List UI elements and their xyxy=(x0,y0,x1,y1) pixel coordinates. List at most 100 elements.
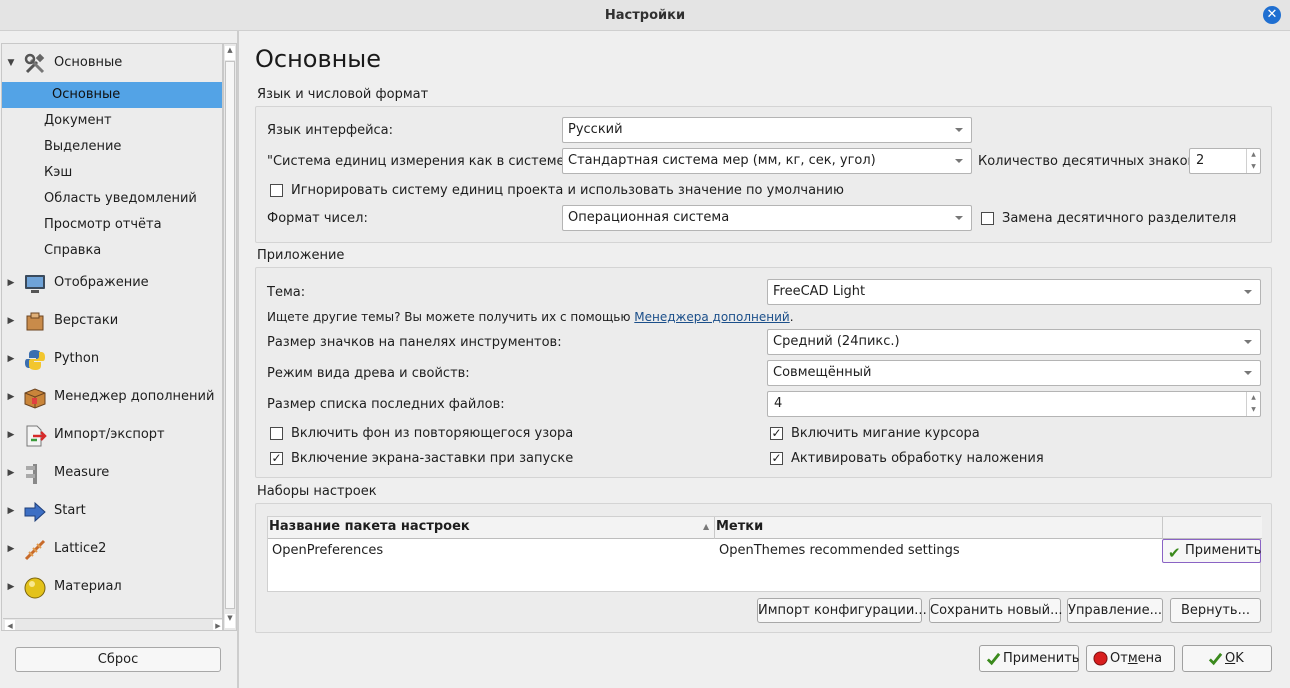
tree-mode-select[interactable]: Совмещённый xyxy=(767,360,1261,386)
window-title: Настройки xyxy=(604,8,686,23)
ignore-units-label: Игнорировать систему единиц проекта и ис… xyxy=(291,183,844,198)
splash-checkbox[interactable]: ✓ xyxy=(270,452,283,465)
themes-hint-prefix: Ищете другие темы? Вы можете получить их… xyxy=(267,310,631,324)
tree-group-start[interactable]: ▶ Start xyxy=(2,492,222,530)
chevron-down-icon xyxy=(955,159,963,163)
chevron-right-icon[interactable]: ▶ xyxy=(6,568,16,606)
cancel-icon xyxy=(1093,651,1108,666)
column-header-tags[interactable]: Метки xyxy=(716,519,763,534)
themes-hint: Ищете другие темы? Вы можете получить их… xyxy=(267,310,794,324)
monitor-icon xyxy=(25,275,45,293)
tree-group-label: Отображение xyxy=(54,275,149,290)
tree-item-help[interactable]: Справка xyxy=(2,238,222,264)
ok-label: OK xyxy=(1225,646,1244,671)
addon-manager-link[interactable]: Менеджера дополнений xyxy=(634,310,789,324)
caliper-icon xyxy=(26,464,37,484)
app-group: Тема: FreeCAD Light Ищете другие темы? В… xyxy=(255,267,1272,478)
tree-group-import-export[interactable]: ▶ Импорт/экспорт xyxy=(2,416,222,454)
chevron-right-icon[interactable]: ▶ xyxy=(6,530,16,568)
chevron-right-icon[interactable]: ▶ xyxy=(6,264,16,302)
manage-button[interactable]: Управление... xyxy=(1067,598,1163,623)
tree-item-report-view[interactable]: Просмотр отчёта xyxy=(2,212,222,238)
close-icon[interactable]: ✕ xyxy=(1263,6,1281,24)
tree-group-workbenches[interactable]: ▶ Верстаки xyxy=(2,302,222,340)
reset-button[interactable]: Сброс xyxy=(15,647,221,672)
unit-system-label: "Система единиц измерения как в системе:… xyxy=(267,154,580,169)
unit-system-value: Стандартная система мер (мм, кг, сек, уг… xyxy=(568,153,876,168)
tree-mode-label: Режим вида древа и свойств: xyxy=(267,366,470,381)
spin-buttons[interactable]: ▲ ▼ xyxy=(1246,392,1260,416)
apply-pack-button[interactable]: ✔ Применить xyxy=(1162,539,1261,563)
ok-button[interactable]: OK xyxy=(1182,645,1272,672)
ui-language-value: Русский xyxy=(568,122,623,137)
chevron-right-icon[interactable]: ▶ xyxy=(6,302,16,340)
import-export-icon xyxy=(26,425,47,447)
pack-name-cell: OpenPreferences xyxy=(272,543,384,558)
tree-item-general[interactable]: Основные xyxy=(2,82,222,108)
save-new-button[interactable]: Сохранить новый... xyxy=(929,598,1062,623)
tree-group-addon-manager[interactable]: ▶ Менеджер дополнений xyxy=(2,378,222,416)
cursor-blink-checkbox[interactable]: ✓ xyxy=(770,427,783,440)
checkmark-icon xyxy=(986,652,1001,666)
tree-group-material[interactable]: ▶ Материал xyxy=(2,568,222,606)
spin-up-icon[interactable]: ▲ xyxy=(1247,392,1260,404)
column-separator[interactable] xyxy=(714,517,715,539)
replace-separator-checkbox[interactable] xyxy=(981,212,994,225)
tree-group-python[interactable]: ▶ Python xyxy=(2,340,222,378)
tree-group-display[interactable]: ▶ Отображение xyxy=(2,264,222,302)
tree-group-general[interactable]: ▼ Основные xyxy=(2,44,222,82)
column-separator[interactable] xyxy=(1162,517,1163,539)
number-format-label: Формат чисел: xyxy=(267,211,368,226)
overlay-checkbox[interactable]: ✓ xyxy=(770,452,783,465)
spin-buttons[interactable]: ▲ ▼ xyxy=(1246,149,1260,173)
tree-vertical-scrollbar[interactable]: ▲ ▼ xyxy=(223,43,237,631)
ignore-units-checkbox[interactable] xyxy=(270,184,283,197)
spin-up-icon[interactable]: ▲ xyxy=(1247,149,1260,161)
ui-language-select[interactable]: Русский xyxy=(562,117,972,143)
import-config-button[interactable]: Импорт конфигурации... xyxy=(757,598,927,623)
tree-item-cache[interactable]: Кэш xyxy=(2,160,222,186)
apply-button[interactable]: Применить xyxy=(979,645,1079,672)
tiled-bg-checkbox[interactable] xyxy=(270,427,283,440)
scroll-right-icon[interactable]: ▶ xyxy=(213,620,222,630)
tree-item-label: Кэш xyxy=(44,165,73,180)
recent-files-spinbox[interactable]: 4 ▲ ▼ xyxy=(767,391,1261,417)
tree-item-selection[interactable]: Выделение xyxy=(2,134,222,160)
scroll-up-icon[interactable]: ▲ xyxy=(225,46,235,60)
tree-item-document[interactable]: Документ xyxy=(2,108,222,134)
tree-item-notification-area[interactable]: Область уведомлений xyxy=(2,186,222,212)
chevron-right-icon[interactable]: ▶ xyxy=(6,340,16,378)
decimals-spinbox[interactable]: 2 ▲ ▼ xyxy=(1189,148,1261,174)
theme-value: FreeCAD Light xyxy=(773,284,866,299)
cancel-button[interactable]: Отмена xyxy=(1086,645,1175,672)
spin-down-icon[interactable]: ▼ xyxy=(1247,161,1260,173)
column-header-name[interactable]: Название пакета настроек xyxy=(269,519,470,534)
chevron-right-icon[interactable]: ▶ xyxy=(6,454,16,492)
scroll-left-icon[interactable]: ◀ xyxy=(5,620,15,630)
chevron-down-icon xyxy=(955,128,963,132)
tree-item-label: Основные xyxy=(52,87,121,102)
tree-horizontal-scrollbar[interactable]: ◀ ▶ xyxy=(3,618,222,630)
tiled-bg-label: Включить фон из повторяющегося узора xyxy=(291,426,574,441)
theme-select[interactable]: FreeCAD Light xyxy=(767,279,1261,305)
material-sphere-icon xyxy=(24,577,46,599)
chevron-down-icon[interactable]: ▼ xyxy=(6,44,16,82)
unit-system-select[interactable]: Стандартная система мер (мм, кг, сек, уг… xyxy=(562,148,972,174)
tree-item-label: Выделение xyxy=(44,139,122,154)
tree-group-measure[interactable]: ▶ Measure xyxy=(2,454,222,492)
scrollbar-thumb[interactable] xyxy=(225,61,235,609)
revert-button[interactable]: Вернуть... xyxy=(1170,598,1261,623)
checkmark-icon xyxy=(1208,652,1223,666)
chevron-right-icon[interactable]: ▶ xyxy=(6,492,16,530)
category-tree: ▼ Основные Основные Документ Выделение К… xyxy=(1,43,223,631)
icon-size-select[interactable]: Средний (24пикс.) xyxy=(767,329,1261,355)
chevron-right-icon[interactable]: ▶ xyxy=(6,416,16,454)
chevron-right-icon[interactable]: ▶ xyxy=(6,378,16,416)
tree-group-lattice2[interactable]: ▶ Lattice2 xyxy=(2,530,222,568)
checkmark-icon: ✔ xyxy=(1168,544,1181,562)
overlay-label: Активировать обработку наложения xyxy=(791,451,1044,466)
number-format-select[interactable]: Операционная система xyxy=(562,205,972,231)
chevron-down-icon xyxy=(1244,371,1252,375)
spin-down-icon[interactable]: ▼ xyxy=(1247,404,1260,416)
scroll-down-icon[interactable]: ▼ xyxy=(225,614,235,628)
